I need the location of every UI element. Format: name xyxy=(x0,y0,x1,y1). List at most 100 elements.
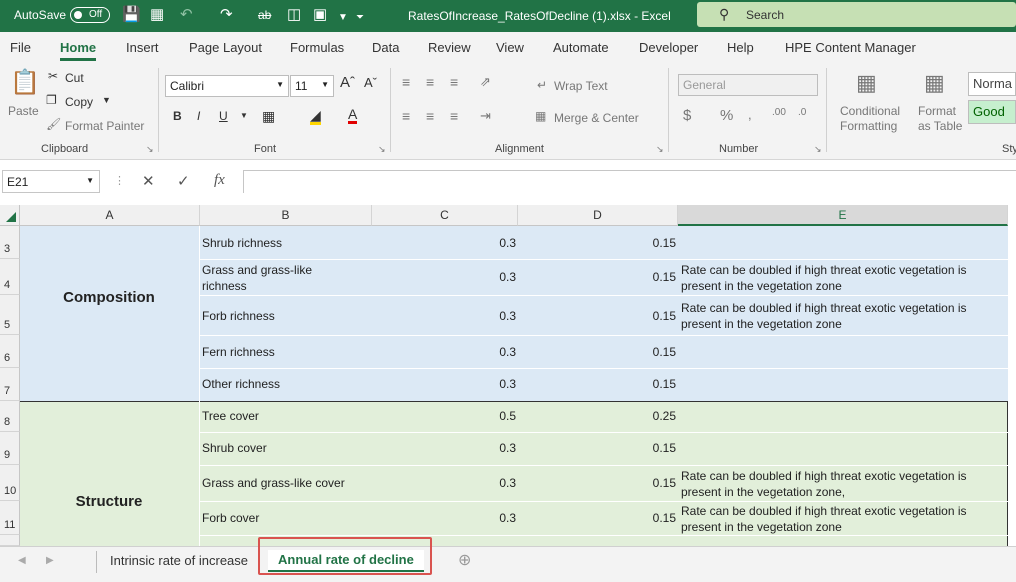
cell-b6[interactable]: Fern richness xyxy=(202,345,370,359)
sheet-tab-intrinsic[interactable]: Intrinsic rate of increase xyxy=(110,553,248,568)
decrease-decimal-icon[interactable]: .0 xyxy=(798,107,806,118)
row-header-5[interactable]: 5 xyxy=(0,295,20,335)
cell-e10[interactable]: Rate can be doubled if high threat exoti… xyxy=(681,468,1006,500)
number-format-select[interactable]: General xyxy=(678,74,818,96)
style-good[interactable]: Good xyxy=(968,100,1016,124)
select-all-button[interactable] xyxy=(0,205,20,226)
percent-icon[interactable]: % xyxy=(720,107,733,124)
cell-b5[interactable]: Forb richness xyxy=(202,309,370,323)
row-header-7[interactable]: 7 xyxy=(0,368,20,401)
chevron-down-icon[interactable]: ▼ xyxy=(338,9,348,27)
format-painter-icon[interactable]: 🖌 xyxy=(46,117,61,131)
cell-c11[interactable]: 0.3 xyxy=(372,511,516,525)
row-header-12[interactable] xyxy=(0,535,20,546)
wrap-text-icon[interactable]: ↵ xyxy=(537,78,547,92)
cell-c10[interactable]: 0.3 xyxy=(372,476,516,490)
font-color-icon[interactable]: A xyxy=(348,107,358,124)
cell-b11[interactable]: Forb cover xyxy=(202,511,370,525)
scroll-left-icon[interactable]: ◀ xyxy=(18,555,26,566)
dialog-launcher-icon[interactable]: ↘ xyxy=(656,144,664,155)
cell-c8[interactable]: 0.5 xyxy=(372,409,516,423)
column-header-e[interactable]: E xyxy=(678,205,1008,226)
cell-d9[interactable]: 0.15 xyxy=(518,441,676,455)
chevron-down-icon[interactable]: ▼ xyxy=(102,95,111,105)
increase-font-icon[interactable]: Aˆ xyxy=(340,74,355,91)
tab-file[interactable]: File xyxy=(10,40,31,55)
cell-b3[interactable]: Shrub richness xyxy=(202,236,370,250)
cell-d4[interactable]: 0.15 xyxy=(518,270,676,284)
cell-b8[interactable]: Tree cover xyxy=(202,409,370,423)
save-icon[interactable]: 💾 xyxy=(122,6,141,24)
redo-icon[interactable]: ↷ xyxy=(220,6,233,24)
form-icon[interactable]: ▦ xyxy=(150,6,164,24)
currency-icon[interactable]: $ xyxy=(683,107,691,124)
group-composition[interactable]: Composition xyxy=(20,289,198,306)
wrap-text-button[interactable]: Wrap Text xyxy=(554,79,608,93)
row-header-10[interactable]: 10 xyxy=(0,465,20,501)
cell-c6[interactable]: 0.3 xyxy=(372,345,516,359)
dialog-launcher-icon[interactable]: ↘ xyxy=(814,144,822,155)
tab-data[interactable]: Data xyxy=(372,40,399,55)
search-box[interactable]: ⚲ Search xyxy=(697,2,1016,27)
cell-d8[interactable]: 0.25 xyxy=(518,409,676,423)
cell-c9[interactable]: 0.3 xyxy=(372,441,516,455)
group-structure[interactable]: Structure xyxy=(20,493,198,510)
cell-c5[interactable]: 0.3 xyxy=(372,309,516,323)
align-right-icon[interactable]: ≡ xyxy=(450,108,458,124)
cell-c4[interactable]: 0.3 xyxy=(372,270,516,284)
freeze-panes-icon[interactable]: ◫ xyxy=(287,6,301,24)
insert-function-button[interactable]: fx xyxy=(214,172,225,189)
autosave-toggle[interactable]: Off xyxy=(70,7,110,23)
name-box[interactable]: E21 ▼ xyxy=(2,170,100,193)
paste-button[interactable]: Paste xyxy=(8,104,39,118)
tab-page-layout[interactable]: Page Layout xyxy=(189,40,262,55)
align-bottom-icon[interactable]: ≡ xyxy=(450,74,458,90)
cell-d5[interactable]: 0.15 xyxy=(518,309,676,323)
decrease-font-icon[interactable]: Aˇ xyxy=(364,75,377,90)
align-center-icon[interactable]: ≡ xyxy=(426,108,434,124)
enter-icon[interactable]: ✓ xyxy=(177,172,190,190)
cut-button[interactable]: Cut xyxy=(65,71,84,85)
scroll-right-icon[interactable]: ▶ xyxy=(46,555,54,566)
cell-d10[interactable]: 0.15 xyxy=(518,476,676,490)
italic-button[interactable]: I xyxy=(197,109,200,123)
cell-d3[interactable]: 0.15 xyxy=(518,236,676,250)
tab-hpe-content-manager[interactable]: HPE Content Manager xyxy=(785,40,916,55)
increase-decimal-icon[interactable]: .00 xyxy=(772,107,786,118)
cell-b7[interactable]: Other richness xyxy=(202,377,370,391)
cell-c3[interactable]: 0.3 xyxy=(372,236,516,250)
font-name-select[interactable]: Calibri ▼ xyxy=(165,75,289,97)
undo-icon[interactable]: ↶ xyxy=(180,6,193,24)
row-header-8[interactable]: 8 xyxy=(0,401,20,432)
comma-icon[interactable]: , xyxy=(748,107,752,122)
tab-home[interactable]: Home xyxy=(60,40,97,61)
insert-icon[interactable]: ▣ xyxy=(313,6,327,24)
merge-center-button[interactable]: Merge & Center xyxy=(554,111,639,125)
font-size-select[interactable]: 11 ▼ xyxy=(290,75,334,97)
cell-e11[interactable]: Rate can be doubled if high threat exoti… xyxy=(681,503,1006,535)
indent-icon[interactable]: ⇥ xyxy=(480,108,491,124)
align-left-icon[interactable]: ≡ xyxy=(402,108,410,124)
strikethrough-icon[interactable]: ab xyxy=(258,6,271,24)
cell-b9[interactable]: Shrub cover xyxy=(202,441,370,455)
align-top-icon[interactable]: ≡ xyxy=(402,74,410,90)
fill-color-icon[interactable]: ◢ xyxy=(310,108,321,125)
customize-qat-icon[interactable]: ⏷ xyxy=(356,9,364,27)
align-middle-icon[interactable]: ≡ xyxy=(426,74,434,90)
tab-insert[interactable]: Insert xyxy=(126,40,159,55)
cell-b4[interactable]: Grass and grass-like richness xyxy=(202,262,354,294)
row-header-3[interactable]: 3 xyxy=(0,226,20,259)
cell-b10[interactable]: Grass and grass-like cover xyxy=(202,476,370,490)
cancel-icon[interactable]: ✕ xyxy=(142,172,155,190)
column-header-c[interactable]: C xyxy=(372,205,518,226)
formula-input[interactable] xyxy=(243,170,1016,193)
tab-automate[interactable]: Automate xyxy=(553,40,609,55)
bold-button[interactable]: B xyxy=(173,109,182,123)
cut-icon[interactable]: ✂ xyxy=(48,69,58,83)
merge-icon[interactable]: ▦ xyxy=(535,109,546,123)
tab-review[interactable]: Review xyxy=(428,40,471,55)
column-header-b[interactable]: B xyxy=(200,205,372,226)
column-header-a[interactable]: A xyxy=(20,205,200,226)
add-sheet-icon[interactable]: ⊕ xyxy=(458,550,471,570)
format-as-table-icon[interactable]: ▦ xyxy=(924,70,945,96)
